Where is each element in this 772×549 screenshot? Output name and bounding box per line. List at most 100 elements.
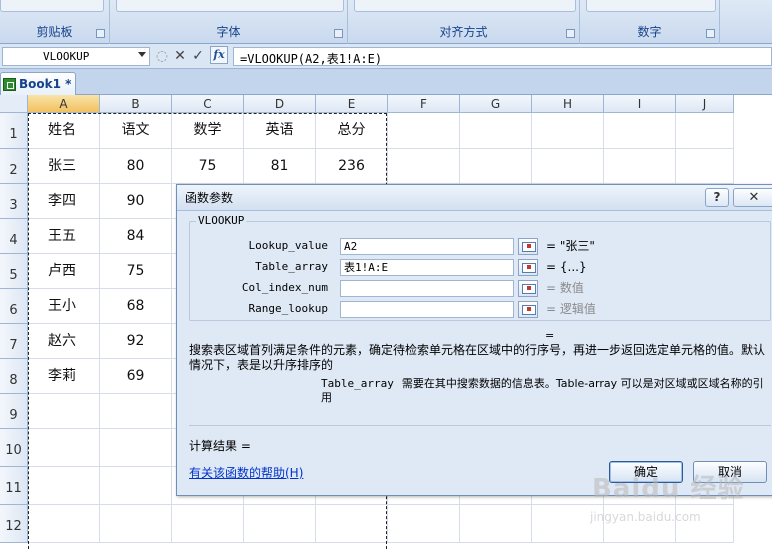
function-name: VLOOKUP: [196, 214, 247, 227]
dialog-launcher-icon[interactable]: [334, 29, 343, 38]
row-header[interactable]: 7: [0, 324, 28, 359]
row-header[interactable]: 6: [0, 289, 28, 324]
cell[interactable]: [460, 505, 532, 543]
cell[interactable]: [532, 113, 604, 149]
cell[interactable]: 90: [100, 184, 172, 219]
arg-input-table-array[interactable]: 表1!A:E: [340, 259, 514, 276]
dialog-title-bar[interactable]: 函数参数: [177, 185, 772, 211]
cell[interactable]: [604, 149, 676, 184]
cell[interactable]: 语文: [100, 113, 172, 149]
column-header[interactable]: B: [100, 95, 172, 113]
dialog-launcher-icon[interactable]: [706, 29, 715, 38]
row-header[interactable]: 10: [0, 429, 28, 467]
cell[interactable]: [676, 113, 734, 149]
column-header[interactable]: G: [460, 95, 532, 113]
row-header[interactable]: 4: [0, 219, 28, 254]
row-header[interactable]: 3: [0, 184, 28, 219]
cell[interactable]: 王小: [28, 289, 100, 324]
cell[interactable]: 69: [100, 359, 172, 394]
cell[interactable]: [676, 505, 734, 543]
enter-icon[interactable]: ✓: [190, 47, 206, 66]
arg-input-lookup-value[interactable]: A2: [340, 238, 514, 255]
collapse-dialog-icon[interactable]: [518, 301, 538, 318]
cell[interactable]: 84: [100, 219, 172, 254]
cell[interactable]: 236: [316, 149, 388, 184]
formula-input[interactable]: =VLOOKUP(A2,表1!A:E): [233, 47, 772, 66]
cell[interactable]: [28, 505, 100, 543]
cell[interactable]: 75: [100, 254, 172, 289]
column-header[interactable]: D: [244, 95, 316, 113]
dialog-launcher-icon[interactable]: [96, 29, 105, 38]
column-header[interactable]: H: [532, 95, 604, 113]
cell[interactable]: 英语: [244, 113, 316, 149]
cell[interactable]: [460, 113, 532, 149]
row-header[interactable]: 2: [0, 149, 28, 184]
close-icon[interactable]: ✕: [733, 188, 772, 207]
cell[interactable]: 王五: [28, 219, 100, 254]
arg-result-range-lookup: = 逻辑值: [546, 302, 596, 316]
column-header[interactable]: F: [388, 95, 460, 113]
cell[interactable]: 75: [172, 149, 244, 184]
collapse-dialog-icon[interactable]: [518, 280, 538, 297]
cell[interactable]: [388, 149, 460, 184]
cell[interactable]: 总分: [316, 113, 388, 149]
cell[interactable]: 赵六: [28, 324, 100, 359]
dialog-launcher-icon[interactable]: [566, 29, 575, 38]
cell[interactable]: [676, 149, 734, 184]
cell[interactable]: [172, 505, 244, 543]
column-header[interactable]: C: [172, 95, 244, 113]
insert-function-button[interactable]: fx: [210, 46, 228, 64]
cell[interactable]: 李四: [28, 184, 100, 219]
cell[interactable]: 李莉: [28, 359, 100, 394]
cell[interactable]: 80: [100, 149, 172, 184]
cell[interactable]: [532, 149, 604, 184]
cell[interactable]: [244, 505, 316, 543]
column-header[interactable]: J: [676, 95, 734, 113]
cell[interactable]: [388, 505, 460, 543]
cell[interactable]: [28, 467, 100, 505]
chevron-down-icon[interactable]: [138, 52, 146, 57]
cell[interactable]: [28, 394, 100, 429]
row-header[interactable]: 11: [0, 467, 28, 505]
cell[interactable]: 姓名: [28, 113, 100, 149]
row-header[interactable]: 5: [0, 254, 28, 289]
cell[interactable]: 卢西: [28, 254, 100, 289]
cell[interactable]: [100, 394, 172, 429]
cell[interactable]: 数学: [172, 113, 244, 149]
help-icon[interactable]: ?: [705, 188, 729, 207]
row-header[interactable]: 12: [0, 505, 28, 543]
cell[interactable]: [604, 505, 676, 543]
cell[interactable]: [604, 113, 676, 149]
cell[interactable]: 81: [244, 149, 316, 184]
select-all-corner[interactable]: [0, 95, 28, 113]
formula-bar: VLOOKUP ◌ ✕ ✓ fx =VLOOKUP(A2,表1!A:E): [0, 44, 772, 69]
cell[interactable]: [316, 505, 388, 543]
name-box[interactable]: VLOOKUP: [2, 47, 150, 66]
column-header[interactable]: I: [604, 95, 676, 113]
column-header[interactable]: A: [28, 95, 100, 113]
ok-button[interactable]: 确定: [609, 461, 683, 483]
cell[interactable]: [532, 505, 604, 543]
arg-input-range-lookup[interactable]: [340, 301, 514, 318]
cell[interactable]: [28, 429, 100, 467]
collapse-dialog-icon[interactable]: [518, 259, 538, 276]
cancel-button[interactable]: 取消: [693, 461, 767, 483]
cell[interactable]: 张三: [28, 149, 100, 184]
cell[interactable]: [100, 505, 172, 543]
cell[interactable]: [100, 467, 172, 505]
column-header[interactable]: E: [316, 95, 388, 113]
cell[interactable]: 68: [100, 289, 172, 324]
collapse-dialog-icon[interactable]: [518, 238, 538, 255]
workbook-tab[interactable]: Book1 *: [0, 72, 76, 95]
row-header[interactable]: 8: [0, 359, 28, 394]
cell[interactable]: 92: [100, 324, 172, 359]
cell[interactable]: [100, 429, 172, 467]
cell[interactable]: [460, 149, 532, 184]
row-header[interactable]: 1: [0, 113, 28, 149]
row-header[interactable]: 9: [0, 394, 28, 429]
workbook-tab-label: Book1 *: [19, 77, 72, 91]
arg-input-col-index-num[interactable]: [340, 280, 514, 297]
function-help-link[interactable]: 有关该函数的帮助(H): [189, 464, 303, 481]
cell[interactable]: [388, 113, 460, 149]
cancel-icon[interactable]: ✕: [172, 47, 188, 66]
